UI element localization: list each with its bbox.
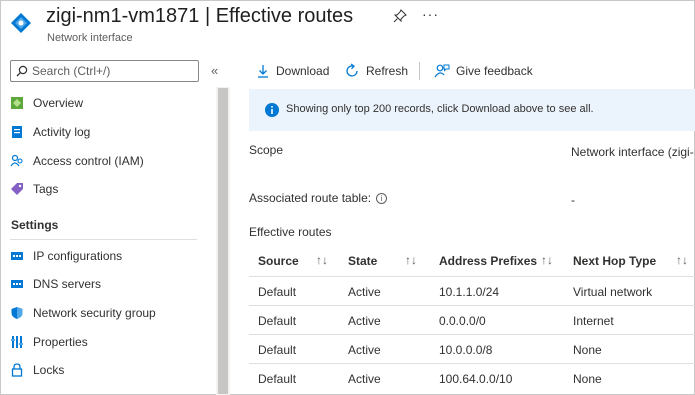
sort-address-prefixes-icon[interactable]: ↑↓	[541, 253, 553, 267]
cell-next-hop-type: None	[573, 372, 602, 386]
sidebar-item-label: Tags	[33, 182, 59, 196]
sidebar-scrollbar-thumb[interactable]	[218, 88, 228, 394]
scope-value: Network interface (zigi-	[571, 145, 694, 159]
table-row: Default Active 10.1.1.0/24 Virtual netwo…	[249, 276, 695, 305]
settings-section-heading: Settings	[11, 218, 59, 232]
associated-route-table-label: Associated route table: i	[249, 191, 388, 205]
sidebar-item-tags[interactable]: Tags	[0, 175, 214, 203]
sort-next-hop-type-icon[interactable]: ↑↓	[676, 253, 688, 267]
sidebar-item-label: Properties	[33, 335, 88, 349]
cell-state: Active	[348, 372, 381, 386]
properties-icon	[11, 336, 23, 348]
refresh-icon	[346, 63, 358, 77]
associated-route-table-value: -	[571, 193, 575, 207]
cell-address-prefixes: 10.1.1.0/24	[439, 285, 500, 299]
pin-icon[interactable]	[393, 9, 407, 23]
sidebar-item-properties[interactable]: Properties	[0, 328, 214, 356]
cell-source: Default	[258, 343, 297, 357]
cell-state: Active	[348, 314, 381, 328]
sidebar-item-label: Access control (IAM)	[33, 154, 144, 168]
cell-address-prefixes: 10.0.0.0/8	[439, 343, 493, 357]
page-subtitle: Network interface	[47, 32, 133, 44]
cell-next-hop-type: Internet	[573, 314, 614, 328]
download-icon	[258, 65, 268, 78]
overview-icon	[11, 97, 23, 109]
page-title: zigi-nm1-vm1871 | Effective routes	[46, 5, 354, 27]
cell-state: Active	[348, 343, 381, 357]
table-row: Default Active 100.64.0.0/10 None	[249, 363, 695, 392]
sidebar-item-access-control[interactable]: Access control (IAM)	[0, 147, 214, 175]
ip-config-icon	[11, 252, 23, 260]
tag-icon	[11, 183, 23, 195]
more-options-button[interactable]: ···	[422, 6, 439, 22]
column-header-next-hop-type[interactable]: Next Hop Type	[573, 254, 656, 268]
collapse-sidebar-button[interactable]: «	[211, 63, 218, 78]
sidebar-item-locks[interactable]: Locks	[0, 356, 214, 384]
dns-server-icon	[11, 280, 23, 288]
column-header-address-prefixes[interactable]: Address Prefixes	[439, 254, 537, 268]
sidebar-item-label: Overview	[33, 96, 84, 110]
table-row: Default Active 10.0.0.0/8 None	[249, 334, 695, 363]
sidebar-item-network-security-group[interactable]: Network security group	[0, 299, 214, 327]
info-icon	[265, 103, 279, 117]
sidebar-item-ip-configurations[interactable]: IP configurations	[0, 242, 214, 270]
column-header-state[interactable]: State	[348, 254, 377, 268]
column-header-source[interactable]: Source	[258, 254, 299, 268]
refresh-button[interactable]: Refresh	[344, 62, 408, 80]
network-interface-icon	[11, 13, 31, 33]
info-tooltip-icon[interactable]: i	[376, 193, 388, 204]
sidebar-item-label: Activity log	[33, 125, 91, 139]
cell-next-hop-type: None	[573, 343, 602, 357]
lock-icon	[11, 363, 23, 377]
download-button[interactable]: Download	[256, 62, 329, 80]
shield-icon	[11, 307, 23, 319]
cell-next-hop-type: Virtual network	[573, 285, 653, 299]
sidebar-item-label: Network security group	[33, 306, 156, 320]
activity-log-icon	[12, 126, 22, 138]
search-box[interactable]	[10, 60, 199, 82]
section-divider	[10, 239, 197, 240]
associated-route-table-text: Associated route table:	[249, 191, 372, 205]
sort-state-icon[interactable]: ↑↓	[405, 253, 417, 267]
feedback-icon	[434, 64, 450, 78]
cell-state: Active	[348, 285, 381, 299]
sidebar-item-label: IP configurations	[33, 249, 123, 263]
effective-routes-heading: Effective routes	[249, 225, 332, 239]
blade-header: zigi-nm1-vm1871 | Effective routes Netwo…	[0, 0, 695, 52]
scope-label: Scope	[249, 143, 284, 157]
give-feedback-label: Give feedback	[456, 64, 533, 78]
cell-address-prefixes: 100.64.0.0/10	[439, 372, 513, 386]
cell-source: Default	[258, 314, 297, 328]
sidebar-item-overview[interactable]: Overview	[0, 89, 214, 117]
refresh-label: Refresh	[366, 64, 409, 78]
sidebar-item-activity-log[interactable]: Activity log	[0, 118, 214, 146]
sort-source-icon[interactable]: ↑↓	[316, 253, 328, 267]
search-icon	[16, 65, 28, 77]
cell-source: Default	[258, 285, 297, 299]
toolbar-separator	[419, 62, 420, 80]
download-label: Download	[276, 64, 330, 78]
search-input[interactable]	[32, 63, 192, 79]
give-feedback-button[interactable]: Give feedback	[434, 62, 533, 80]
sidebar-item-dns-servers[interactable]: DNS servers	[0, 270, 214, 298]
cell-address-prefixes: 0.0.0.0/0	[439, 314, 486, 328]
cell-source: Default	[258, 372, 297, 386]
access-control-icon	[10, 154, 23, 167]
sidebar-item-label: Locks	[33, 363, 65, 377]
info-banner: Showing only top 200 records, click Down…	[249, 89, 695, 131]
sidebar-item-label: DNS servers	[33, 277, 102, 291]
info-banner-text: Showing only top 200 records, click Down…	[286, 103, 594, 115]
table-row: Default Active 0.0.0.0/0 Internet	[249, 305, 695, 334]
